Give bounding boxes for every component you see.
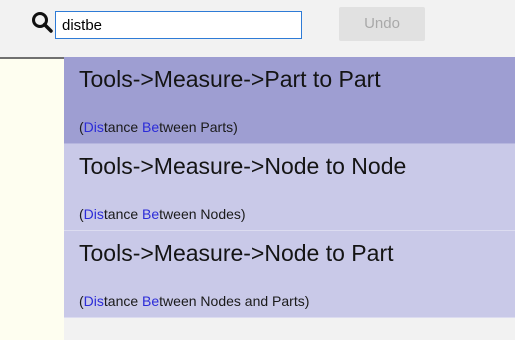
suggestion-description: (Distance Between Parts) (79, 119, 238, 135)
suggestion-command: Tools->Measure->Node to Node (79, 153, 407, 179)
suggestion-description: (Distance Between Nodes and Parts) (79, 293, 310, 309)
suggestion-dropdown: Tools->Measure->Part to Part (Distance B… (64, 57, 515, 338)
undo-button[interactable]: Undo (339, 7, 425, 41)
search-icon[interactable] (31, 11, 53, 33)
suggestion-command: Tools->Measure->Part to Part (79, 66, 381, 92)
suggestion-part-to-part[interactable]: Tools->Measure->Part to Part (Distance B… (64, 57, 515, 144)
left-panel (0, 57, 64, 340)
suggestion-command: Tools->Measure->Node to Part (79, 240, 394, 266)
search-input[interactable] (55, 11, 302, 39)
suggestion-node-to-part[interactable]: Tools->Measure->Node to Part (Distance B… (64, 231, 515, 318)
suggestion-description: (Distance Between Nodes) (79, 206, 246, 222)
suggestion-node-to-node[interactable]: Tools->Measure->Node to Node (Distance B… (64, 144, 515, 231)
